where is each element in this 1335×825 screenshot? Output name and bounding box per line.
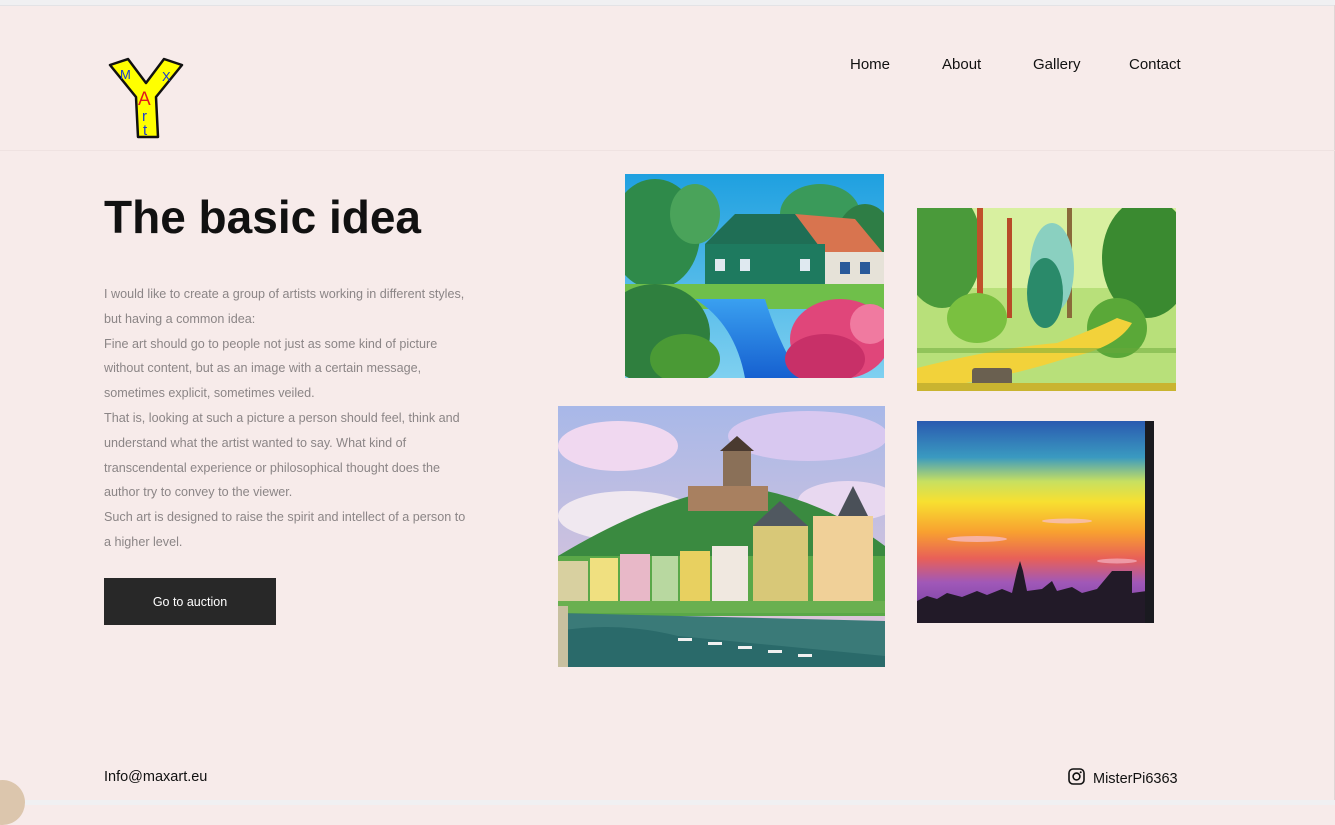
instagram-handle: MisterPi6363 (1093, 771, 1178, 787)
painting-forest-path[interactable] (917, 208, 1176, 391)
logo-letter-m: M (120, 67, 131, 82)
intro-paragraph-1: I would like to create a group of artist… (104, 287, 465, 326)
site-header: M X A r t Home About Gallery Contact (0, 5, 1335, 151)
nav-home[interactable]: Home (850, 56, 890, 73)
instagram-icon (1068, 768, 1085, 790)
footer-instagram-link[interactable]: MisterPi6363 (1068, 768, 1178, 790)
painting-hilltop-castle-town[interactable] (558, 406, 885, 667)
window-bottom-border (0, 800, 1335, 805)
painting-green-house-canal[interactable] (625, 174, 884, 378)
logo-letter-x: X (162, 69, 171, 84)
go-to-auction-button[interactable]: Go to auction (104, 578, 276, 625)
nav-gallery[interactable]: Gallery (1033, 56, 1081, 73)
page-title: The basic idea (104, 191, 422, 243)
intro-paragraph-2: Fine art should go to people not just as… (104, 336, 438, 401)
corner-decoration (0, 780, 25, 825)
maxart-logo[interactable]: M X A r t (106, 57, 186, 141)
intro-paragraph-3: That is, looking at such a picture a per… (104, 410, 460, 500)
nav-contact[interactable]: Contact (1129, 56, 1181, 73)
intro-paragraph-4: Such art is designed to raise the spirit… (104, 510, 466, 549)
footer-email[interactable]: Info@maxart.eu (104, 769, 207, 785)
painting-sunset-skyline[interactable] (917, 421, 1154, 623)
logo-letter-a: A (138, 89, 151, 110)
intro-text: I would like to create a group of artist… (104, 282, 474, 555)
nav-about[interactable]: About (942, 56, 981, 73)
